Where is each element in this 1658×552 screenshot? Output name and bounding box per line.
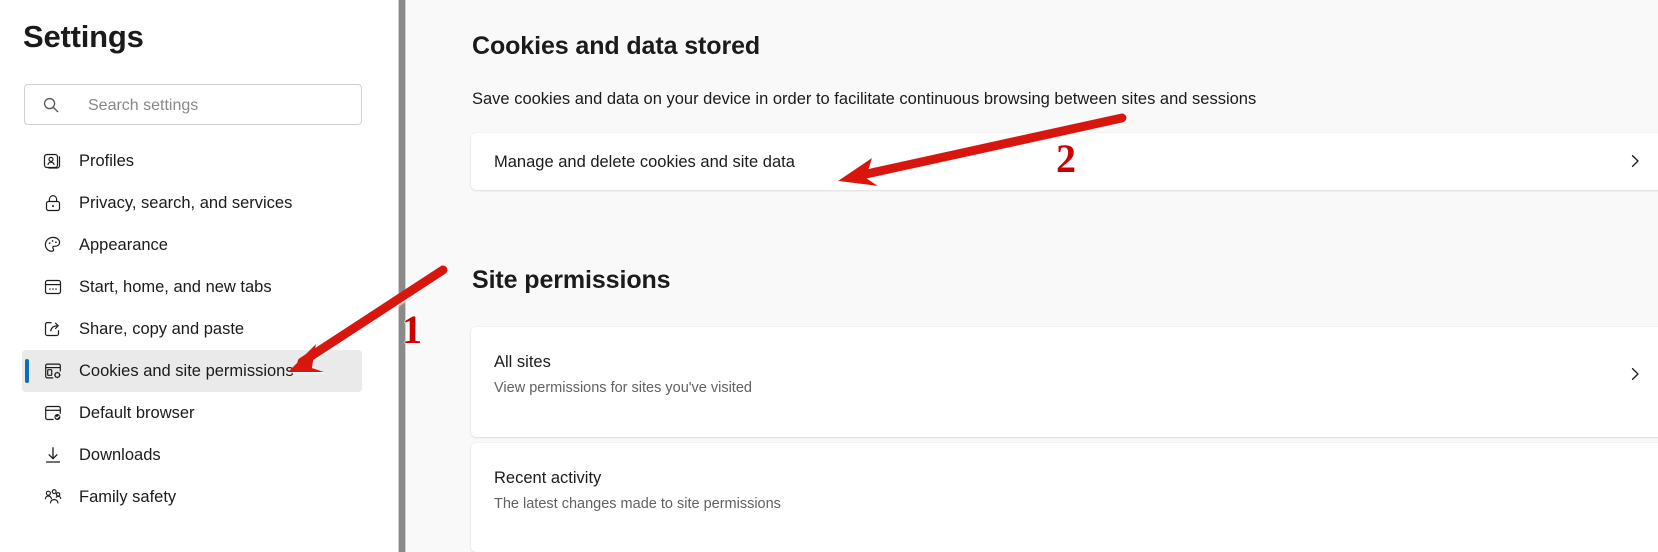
chevron-right-icon <box>1627 153 1643 169</box>
sidebar-item-profiles[interactable]: Profiles <box>0 140 398 182</box>
chevron-right-icon <box>1627 366 1643 382</box>
sidebar-item-label: Downloads <box>79 446 161 464</box>
page-title: Settings <box>23 19 144 54</box>
card-title: All sites <box>494 353 551 371</box>
share-icon <box>42 318 64 340</box>
sidebar-item-cookies-and-site-permissions[interactable]: Cookies and site permissions <box>0 350 398 392</box>
card-title: Recent activity <box>494 469 602 487</box>
selection-indicator <box>25 359 29 383</box>
sidebar-item-label: Appearance <box>79 236 168 254</box>
card-subtitle: View permissions for sites you've visite… <box>494 380 752 396</box>
sidebar-scrollbar[interactable] <box>398 0 406 552</box>
sidebar-item-downloads[interactable]: Downloads <box>0 434 398 476</box>
sidebar-item-label: Cookies and site permissions <box>79 362 294 380</box>
sidebar-item-label: Profiles <box>79 152 135 170</box>
browser-check-icon <box>42 402 64 424</box>
sidebar-item-start-home-new-tabs[interactable]: Start, home, and new tabs <box>0 266 398 308</box>
palette-icon <box>42 234 64 256</box>
sidebar-item-label: Share, copy and paste <box>79 320 245 338</box>
search-placeholder: Search settings <box>88 97 199 114</box>
sidebar-item-appearance[interactable]: Appearance <box>0 224 398 266</box>
sidebar-item-label: Start, home, and new tabs <box>79 278 272 296</box>
sidebar-item-family-safety[interactable]: Family safety <box>0 476 398 518</box>
cookies-settings-icon <box>42 360 64 382</box>
search-input[interactable]: Search settings <box>24 84 362 125</box>
sidebar-item-default-browser[interactable]: Default browser <box>0 392 398 434</box>
sidebar-item-label: Default browser <box>79 404 195 422</box>
download-icon <box>42 444 64 466</box>
section-title-cookies: Cookies and data stored <box>472 32 761 60</box>
profile-card-icon <box>42 150 64 172</box>
lock-icon <box>42 192 64 214</box>
card-subtitle: The latest changes made to site permissi… <box>494 496 781 512</box>
sidebar-item-label: Privacy, search, and services <box>79 194 293 212</box>
sidebar-item-privacy-search-services[interactable]: Privacy, search, and services <box>0 182 398 224</box>
sidebar-item-label: Family safety <box>79 488 177 506</box>
recent-activity-card[interactable]: Recent activity The latest changes made … <box>471 443 1658 552</box>
main-content: Cookies and data stored Save cookies and… <box>406 0 1658 552</box>
section-description-cookies: Save cookies and data on your device in … <box>472 90 1257 108</box>
manage-cookies-card[interactable]: Manage and delete cookies and site data <box>471 133 1658 190</box>
browser-window-icon <box>42 276 64 298</box>
sidebar: Settings Search settings Profiles Privac… <box>0 0 398 552</box>
search-icon <box>42 96 60 114</box>
sidebar-nav: Profiles Privacy, search, and services A… <box>0 140 398 518</box>
family-icon <box>42 486 64 508</box>
settings-page: Settings Search settings Profiles Privac… <box>0 0 1658 552</box>
sidebar-item-share-copy-paste[interactable]: Share, copy and paste <box>0 308 398 350</box>
all-sites-card[interactable]: All sites View permissions for sites you… <box>471 327 1658 437</box>
section-title-site-permissions: Site permissions <box>472 266 671 294</box>
card-title: Manage and delete cookies and site data <box>494 153 795 171</box>
